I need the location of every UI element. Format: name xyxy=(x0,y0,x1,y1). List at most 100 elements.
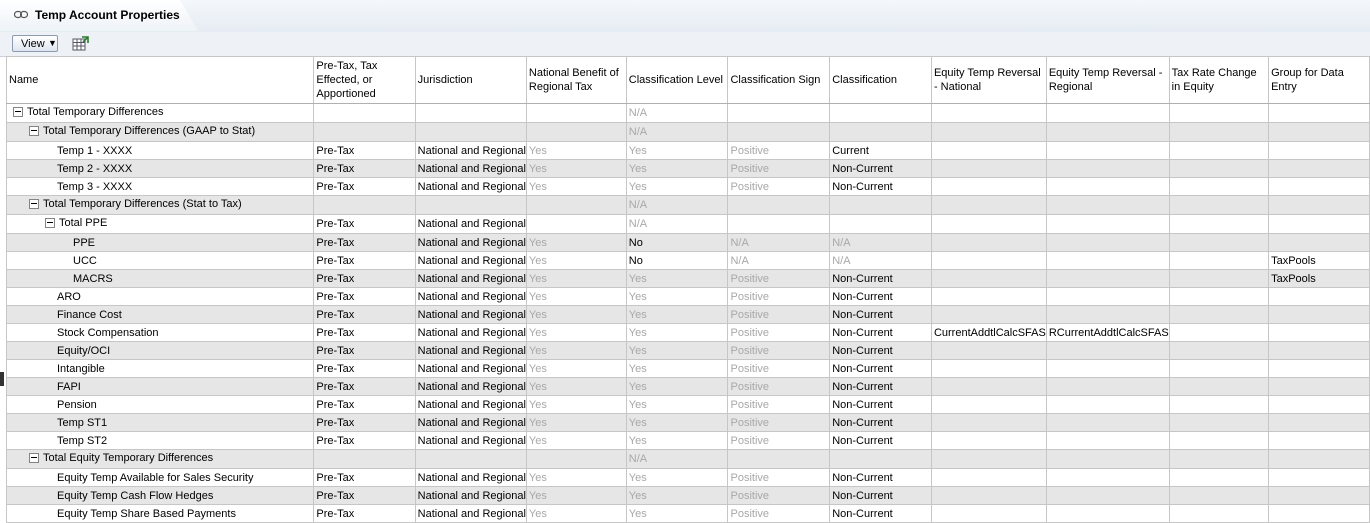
table-cell[interactable]: Yes xyxy=(625,159,729,178)
table-cell[interactable]: Positive xyxy=(727,177,831,196)
table-cell[interactable] xyxy=(1045,359,1170,378)
table-cell[interactable]: Positive xyxy=(727,395,831,414)
table-cell[interactable] xyxy=(829,122,932,142)
table-cell[interactable]: Yes xyxy=(625,377,729,396)
table-row[interactable]: Pension Pre-Tax National and Regional Yes Ye… xyxy=(5,395,1370,414)
table-cell[interactable] xyxy=(1268,323,1370,342)
table-cell[interactable]: Yes xyxy=(525,431,627,450)
table-cell[interactable] xyxy=(1045,122,1170,142)
tab-temp-account-properties[interactable]: Temp Account Properties xyxy=(0,0,198,31)
table-row[interactable]: MACRS Pre-Tax National and Regional Yes Yes P… xyxy=(5,269,1370,288)
table-cell[interactable] xyxy=(727,103,831,123)
table-cell[interactable]: Positive xyxy=(727,323,831,342)
table-cell[interactable] xyxy=(1168,233,1270,252)
table-row[interactable]: UCC Pre-Tax National and Regional Yes No N/A N… xyxy=(5,251,1370,270)
table-cell[interactable] xyxy=(1045,395,1170,414)
table-cell[interactable] xyxy=(1268,177,1370,196)
column-header-jurisdiction[interactable]: Jurisdiction xyxy=(414,56,527,104)
table-cell[interactable] xyxy=(1045,287,1170,306)
table-cell[interactable]: National and Regional xyxy=(414,287,527,306)
table-cell[interactable] xyxy=(1045,233,1170,252)
table-cell[interactable] xyxy=(1268,449,1370,469)
table-cell[interactable]: N/A xyxy=(625,449,729,469)
table-cell[interactable] xyxy=(727,122,831,142)
table-cell[interactable] xyxy=(1168,287,1270,306)
table-cell[interactable] xyxy=(1168,269,1270,288)
table-cell[interactable]: Yes xyxy=(525,377,627,396)
table-cell[interactable]: National and Regional xyxy=(414,177,527,196)
table-cell[interactable]: Yes xyxy=(625,269,729,288)
table-cell[interactable]: TaxPools xyxy=(1268,251,1370,270)
table-cell[interactable]: Yes xyxy=(525,251,627,270)
table-cell[interactable]: Non-Current xyxy=(829,323,932,342)
table-cell[interactable] xyxy=(1045,269,1170,288)
table-cell[interactable]: Yes xyxy=(625,177,729,196)
table-cell[interactable] xyxy=(1045,305,1170,324)
table-cell[interactable] xyxy=(1268,141,1370,160)
table-cell[interactable]: Yes xyxy=(525,269,627,288)
table-cell[interactable]: TaxPools xyxy=(1268,269,1370,288)
table-cell[interactable] xyxy=(1168,395,1270,414)
cell-name[interactable]: Total PPE xyxy=(5,214,315,234)
table-cell[interactable] xyxy=(930,287,1047,306)
table-cell[interactable] xyxy=(1268,413,1370,432)
table-cell[interactable]: Positive xyxy=(727,468,831,487)
table-cell[interactable] xyxy=(525,195,627,215)
table-cell[interactable]: Yes xyxy=(525,395,627,414)
table-cell[interactable]: Non-Current xyxy=(829,431,932,450)
table-cell[interactable]: Pre-Tax xyxy=(313,486,416,505)
table-cell[interactable] xyxy=(414,449,527,469)
table-cell[interactable] xyxy=(1045,214,1170,234)
table-cell[interactable]: Non-Current xyxy=(829,486,932,505)
table-cell[interactable]: Pre-Tax xyxy=(313,323,416,342)
table-cell[interactable]: N/A xyxy=(727,233,831,252)
column-header-national-benefit[interactable]: National Benefit of Regional Tax xyxy=(525,56,627,104)
column-header-equity-reversal-national[interactable]: Equity Temp Reversal - National xyxy=(930,56,1047,104)
table-cell[interactable]: Current xyxy=(829,141,932,160)
table-cell[interactable] xyxy=(1268,377,1370,396)
column-header-classification-level[interactable]: Classification Level xyxy=(625,56,729,104)
table-cell[interactable] xyxy=(930,195,1047,215)
table-cell[interactable]: Non-Current xyxy=(829,269,932,288)
table-cell[interactable]: National and Regional xyxy=(414,141,527,160)
table-cell[interactable] xyxy=(727,195,831,215)
table-cell[interactable]: N/A xyxy=(625,122,729,142)
column-header-classification-sign[interactable]: Classification Sign xyxy=(727,56,831,104)
table-cell[interactable] xyxy=(727,449,831,469)
table-cell[interactable]: RCurrentAddtlCalcSFAS xyxy=(1045,323,1170,342)
table-cell[interactable]: Positive xyxy=(727,305,831,324)
table-cell[interactable]: National and Regional xyxy=(414,323,527,342)
table-cell[interactable] xyxy=(930,159,1047,178)
table-cell[interactable]: Yes xyxy=(525,233,627,252)
table-cell[interactable] xyxy=(414,103,527,123)
table-cell[interactable]: Pre-Tax xyxy=(313,341,416,360)
table-cell[interactable] xyxy=(313,449,416,469)
table-cell[interactable]: National and Regional xyxy=(414,251,527,270)
table-cell[interactable] xyxy=(1168,449,1270,469)
table-cell[interactable] xyxy=(1045,141,1170,160)
table-cell[interactable] xyxy=(930,233,1047,252)
table-cell[interactable]: National and Regional xyxy=(414,431,527,450)
table-cell[interactable]: Yes xyxy=(525,159,627,178)
table-cell[interactable]: Positive xyxy=(727,159,831,178)
collapse-toggle-icon[interactable] xyxy=(29,126,39,136)
table-cell[interactable] xyxy=(1045,103,1170,123)
table-cell[interactable] xyxy=(1045,431,1170,450)
cell-name[interactable]: Total Temporary Differences xyxy=(5,103,315,123)
table-cell[interactable]: Yes xyxy=(525,359,627,378)
table-row[interactable]: Equity Temp Cash Flow Hedges Pre-Tax Natio… xyxy=(5,486,1370,505)
table-cell[interactable]: Non-Current xyxy=(829,395,932,414)
table-cell[interactable] xyxy=(1168,323,1270,342)
table-cell[interactable]: Positive xyxy=(727,341,831,360)
table-row[interactable]: Equity/OCI Pre-Tax National and Regional Ye… xyxy=(5,341,1370,360)
table-cell[interactable] xyxy=(930,122,1047,142)
cell-name[interactable]: ARO xyxy=(5,287,315,306)
cell-name[interactable]: Temp ST1 xyxy=(5,413,315,432)
table-cell[interactable] xyxy=(1045,159,1170,178)
cell-name[interactable]: Equity Temp Available for Sales Security xyxy=(5,468,315,487)
table-cell[interactable]: Yes xyxy=(625,395,729,414)
table-cell[interactable]: Pre-Tax xyxy=(313,214,416,234)
table-cell[interactable]: Yes xyxy=(525,323,627,342)
table-row[interactable]: Total Temporary Differences (GAAP to Sta… xyxy=(5,122,1370,142)
table-cell[interactable]: Yes xyxy=(625,359,729,378)
